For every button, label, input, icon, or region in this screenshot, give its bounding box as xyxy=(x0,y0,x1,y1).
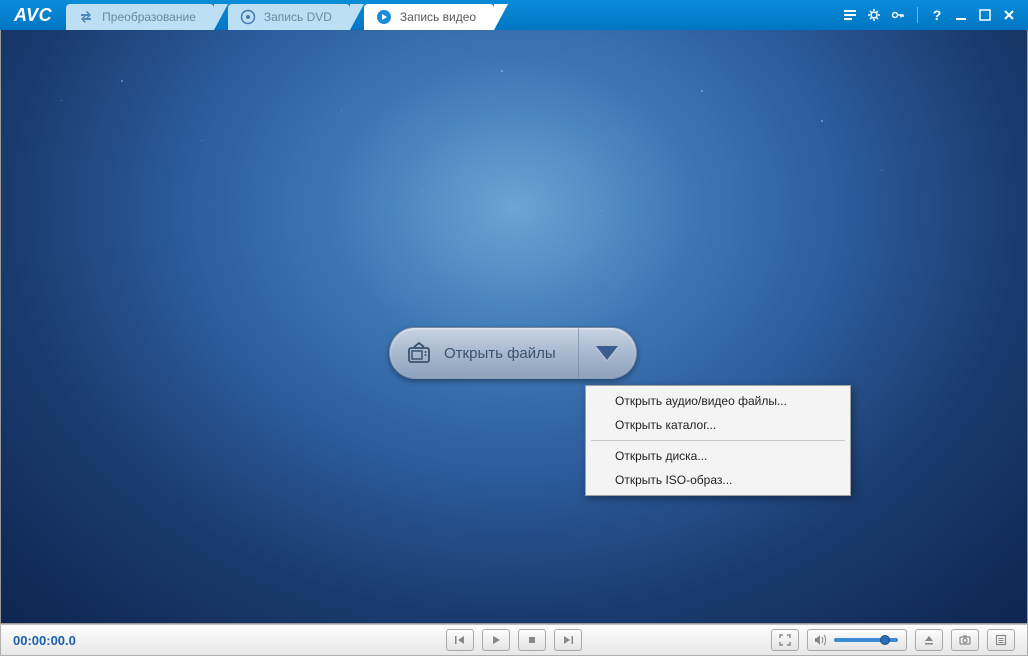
app-logo: AVC xyxy=(0,5,66,26)
volume-icon xyxy=(814,634,828,646)
open-files-label: Открыть файлы xyxy=(444,345,556,362)
tab-label: Запись видео xyxy=(400,10,476,24)
gear-icon[interactable] xyxy=(865,6,883,24)
key-icon[interactable] xyxy=(889,6,907,24)
divider xyxy=(917,7,918,23)
tab-convert[interactable]: Преобразование xyxy=(66,4,214,30)
menu-open-disc[interactable]: Открыть диска... xyxy=(589,444,847,468)
open-files-button-group: Открыть файлы xyxy=(389,327,637,379)
menu-open-iso[interactable]: Открыть ISO-образ... xyxy=(589,468,847,492)
open-files-button[interactable]: Открыть файлы xyxy=(390,328,578,378)
main-video-area: Открыть файлы Открыть аудио/видео файлы.… xyxy=(0,30,1028,624)
tab-video-record[interactable]: Запись видео xyxy=(364,4,494,30)
menu-icon[interactable] xyxy=(841,6,859,24)
volume-slider[interactable] xyxy=(834,638,898,642)
tab-label: Запись DVD xyxy=(264,10,332,24)
window-controls: ? xyxy=(841,6,1028,24)
dvd-icon xyxy=(240,9,256,25)
convert-icon xyxy=(78,9,94,25)
open-files-dropdown-toggle[interactable] xyxy=(578,328,636,378)
player-bar: 00:00:00.0 xyxy=(0,624,1028,656)
chevron-down-icon xyxy=(596,346,618,360)
minimize-button[interactable] xyxy=(952,6,970,24)
right-controls xyxy=(771,629,1015,651)
fullscreen-button[interactable] xyxy=(771,629,799,651)
tab-label: Преобразование xyxy=(102,10,196,24)
tabs-container: Преобразование Запись DVD Запись видео xyxy=(66,0,496,30)
play-icon xyxy=(376,9,392,25)
bottom-bar-wrap: 00:00:00.0 xyxy=(0,624,1028,656)
volume-thumb[interactable] xyxy=(880,635,890,645)
snapshot-button[interactable] xyxy=(951,629,979,651)
title-bar: AVC Преобразование Запись DVD Запись вид… xyxy=(0,0,1028,30)
play-button[interactable] xyxy=(482,629,510,651)
stop-button[interactable] xyxy=(518,629,546,651)
player-controls xyxy=(446,629,582,651)
previous-button[interactable] xyxy=(446,629,474,651)
playlist-button[interactable] xyxy=(987,629,1015,651)
maximize-button[interactable] xyxy=(976,6,994,24)
help-icon[interactable]: ? xyxy=(928,6,946,24)
tv-icon xyxy=(406,340,432,366)
eject-button[interactable] xyxy=(915,629,943,651)
menu-open-av-files[interactable]: Открыть аудио/видео файлы... xyxy=(589,389,847,413)
menu-open-folder[interactable]: Открыть каталог... xyxy=(589,413,847,437)
tab-dvd[interactable]: Запись DVD xyxy=(228,4,350,30)
menu-separator xyxy=(591,440,845,441)
close-button[interactable] xyxy=(1000,6,1018,24)
open-dropdown-menu: Открыть аудио/видео файлы... Открыть кат… xyxy=(585,385,851,496)
volume-control[interactable] xyxy=(807,629,907,651)
next-button[interactable] xyxy=(554,629,582,651)
timecode-display: 00:00:00.0 xyxy=(13,633,76,648)
